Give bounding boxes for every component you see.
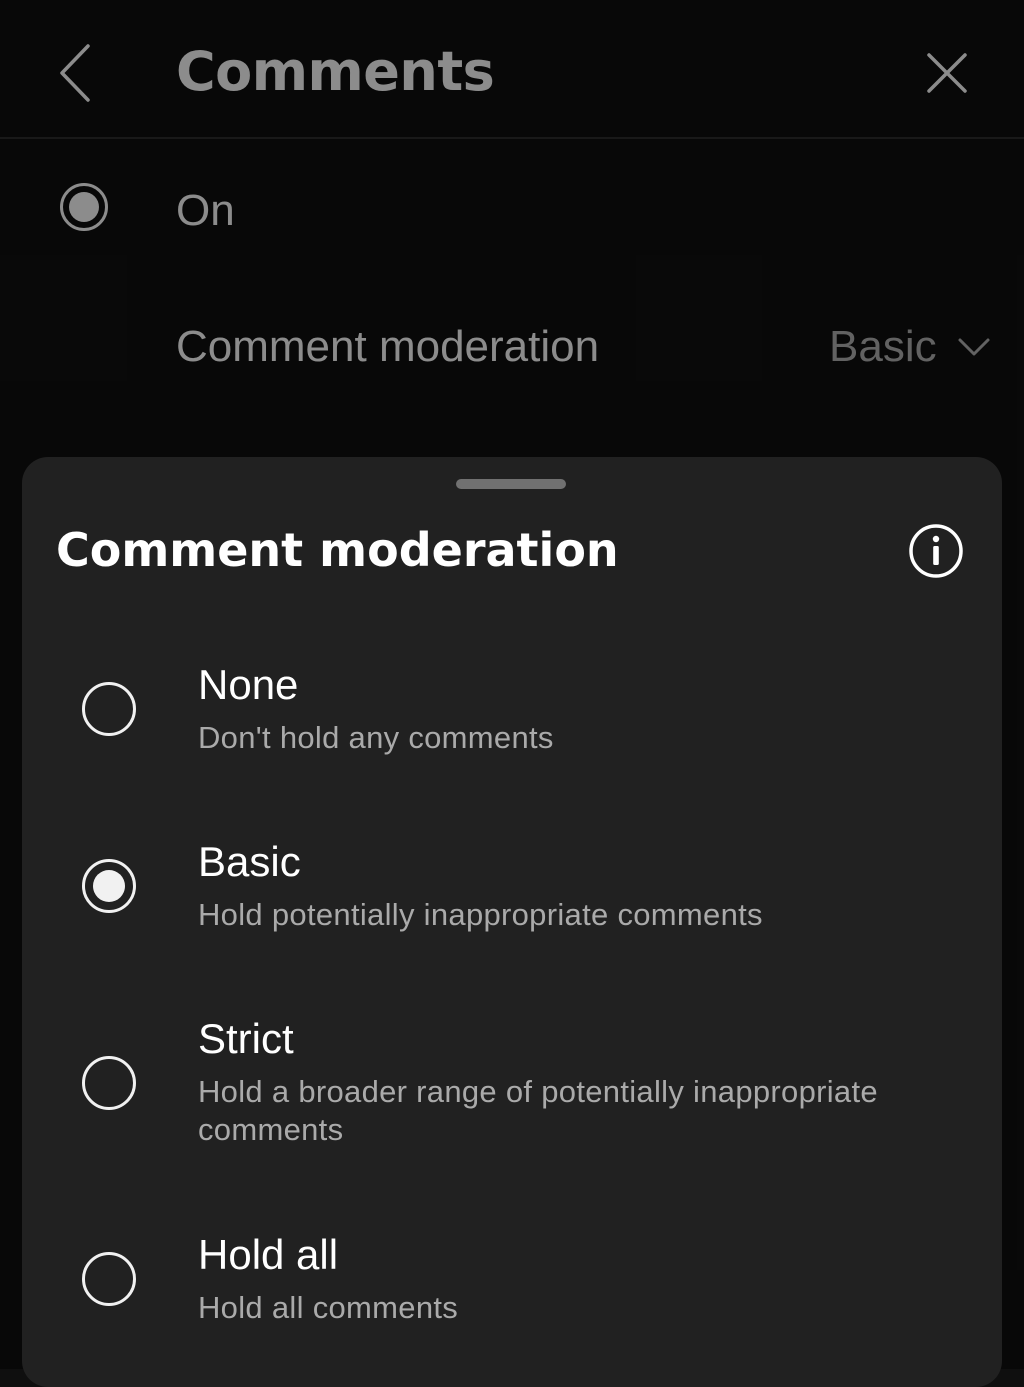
option-title: Basic bbox=[198, 838, 301, 885]
option-description: Hold a broader range of potentially inap… bbox=[198, 1074, 878, 1147]
option-hold-all[interactable]: Hold all Hold all comments bbox=[22, 1223, 1002, 1373]
radio-basic[interactable] bbox=[82, 859, 136, 913]
radio-hold-all[interactable] bbox=[82, 1252, 136, 1306]
option-description: Don't hold any comments bbox=[198, 720, 554, 755]
option-title: Hold all bbox=[198, 1231, 339, 1278]
option-description: Hold all comments bbox=[198, 1290, 459, 1325]
radio-strict[interactable] bbox=[82, 1056, 136, 1110]
option-description: Hold potentially inappropriate comments bbox=[198, 897, 763, 932]
comment-moderation-sheet: Comment moderation None Don't hold any c… bbox=[22, 457, 1002, 1387]
drag-handle[interactable] bbox=[456, 479, 566, 489]
radio-none[interactable] bbox=[82, 682, 136, 736]
option-basic[interactable]: Basic Hold potentially inappropriate com… bbox=[22, 830, 1002, 990]
option-title: Strict bbox=[198, 1015, 294, 1062]
info-icon bbox=[909, 524, 963, 578]
sheet-title: Comment moderation bbox=[56, 523, 619, 577]
option-title: None bbox=[198, 661, 299, 708]
info-button[interactable] bbox=[908, 523, 964, 579]
option-strict[interactable]: Strict Hold a broader range of potential… bbox=[22, 1007, 1002, 1187]
option-none[interactable]: None Don't hold any comments bbox=[22, 653, 1002, 813]
